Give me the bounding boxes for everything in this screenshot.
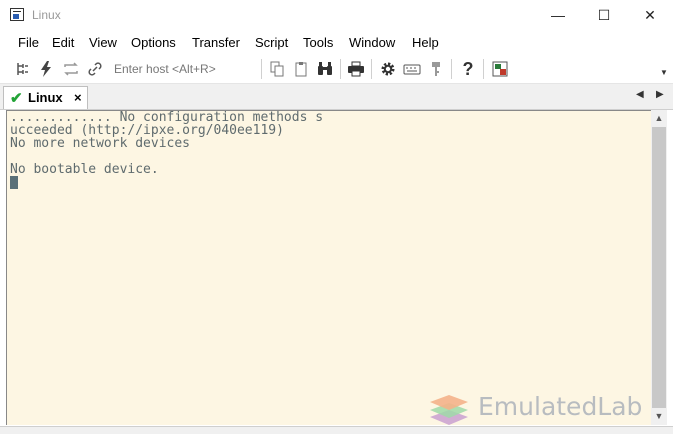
find-icon[interactable] bbox=[314, 58, 336, 80]
scrollbar-thumb[interactable] bbox=[652, 127, 666, 408]
tab-close-button[interactable]: × bbox=[74, 90, 82, 105]
toolbar-dropdown-icon[interactable]: ▼ bbox=[660, 68, 668, 77]
help-icon[interactable]: ? bbox=[457, 58, 479, 80]
maximize-button[interactable]: ☐ bbox=[581, 0, 627, 31]
terminal-cursor bbox=[10, 176, 18, 189]
tab-scroll-right-icon[interactable]: ▶ bbox=[656, 89, 664, 100]
sftp-icon[interactable] bbox=[489, 58, 511, 80]
terminal-line: No bootable device. bbox=[10, 162, 159, 177]
toolbar-separator bbox=[371, 59, 372, 79]
menu-window[interactable]: Window bbox=[349, 35, 395, 50]
watermark: EmulatedLab bbox=[428, 390, 668, 430]
app-icon bbox=[10, 8, 24, 21]
menu-bar: File Edit View Options Transfer Script T… bbox=[0, 31, 673, 54]
settings-icon[interactable] bbox=[377, 58, 399, 80]
toolbar-separator bbox=[483, 59, 484, 79]
key-icon[interactable] bbox=[425, 58, 447, 80]
window-title: Linux bbox=[32, 8, 61, 22]
terminal-line: No more network devices bbox=[10, 136, 191, 151]
toolbar-separator bbox=[340, 59, 341, 79]
layers-logo-icon bbox=[430, 395, 468, 425]
tab-bar: ✔ Linux × ◀ ▶ bbox=[0, 84, 673, 110]
tab-scroll-left-icon[interactable]: ◀ bbox=[636, 89, 644, 100]
toolbar-separator bbox=[261, 59, 262, 79]
menu-edit[interactable]: Edit bbox=[52, 35, 74, 50]
scroll-up-icon[interactable]: ▲ bbox=[651, 110, 667, 127]
watermark-text: EmulatedLab bbox=[478, 392, 643, 421]
tab-label: Linux bbox=[28, 90, 63, 105]
menu-view[interactable]: View bbox=[89, 35, 117, 50]
menu-help[interactable]: Help bbox=[412, 35, 439, 50]
connect-icon[interactable] bbox=[12, 58, 34, 80]
close-button[interactable]: ✕ bbox=[627, 0, 673, 31]
host-input[interactable] bbox=[108, 58, 258, 80]
terminal-screen[interactable]: ............. No configuration methods s… bbox=[6, 110, 651, 425]
tab-linux[interactable]: ✔ Linux × bbox=[3, 86, 88, 109]
title-bar: Linux — ☐ ✕ bbox=[0, 0, 673, 31]
link-icon[interactable] bbox=[84, 58, 106, 80]
minimize-button[interactable]: — bbox=[535, 0, 581, 31]
check-icon: ✔ bbox=[10, 90, 23, 107]
menu-tools[interactable]: Tools bbox=[303, 35, 333, 50]
paste-icon[interactable] bbox=[290, 58, 312, 80]
menu-transfer[interactable]: Transfer bbox=[192, 35, 240, 50]
print-icon[interactable] bbox=[345, 58, 367, 80]
menu-file[interactable]: File bbox=[18, 35, 39, 50]
toolbar-separator bbox=[451, 59, 452, 79]
copy-icon[interactable] bbox=[266, 58, 288, 80]
menu-script[interactable]: Script bbox=[255, 35, 288, 50]
menu-options[interactable]: Options bbox=[131, 35, 176, 50]
vertical-scrollbar[interactable]: ▲ ▼ bbox=[651, 110, 667, 425]
lightning-icon[interactable] bbox=[35, 58, 57, 80]
toolbar: ? ▼ bbox=[0, 55, 673, 84]
keymap-icon[interactable] bbox=[401, 58, 423, 80]
reconnect-icon[interactable] bbox=[60, 58, 82, 80]
